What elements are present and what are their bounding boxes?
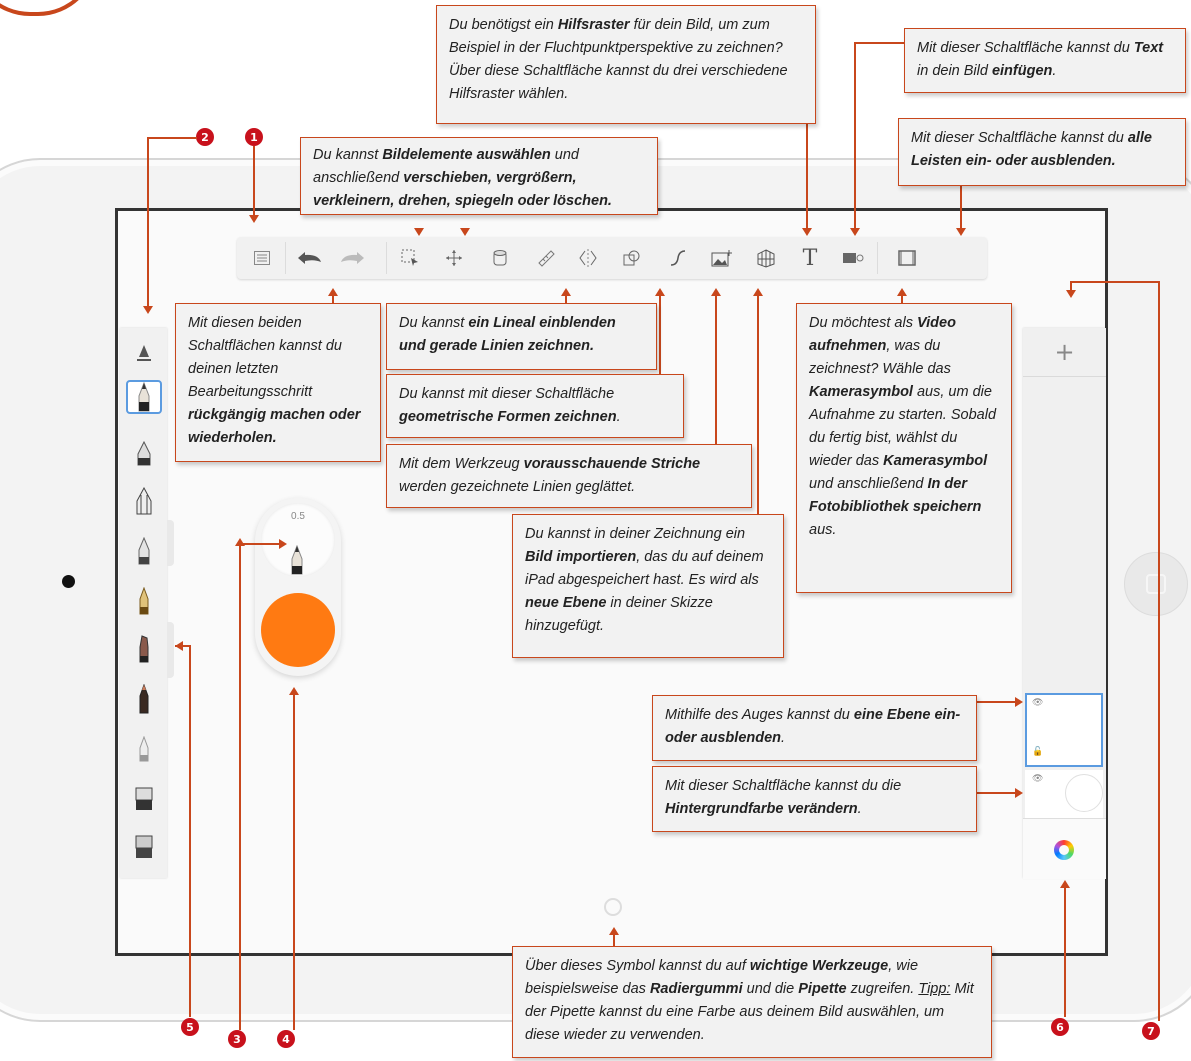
callout-perspective-grid: Du benötigst ein Hilfsraster für dein Bi… <box>436 5 816 124</box>
ink-pen-brush[interactable] <box>126 584 162 618</box>
video-record-icon[interactable] <box>837 241 871 275</box>
callout-ruler: Du kannst ein Lineal einblenden und gera… <box>386 303 657 370</box>
camera-dot <box>62 575 75 588</box>
opacity-slider-handle[interactable] <box>167 622 174 678</box>
undo-icon[interactable] <box>292 241 326 275</box>
redo-icon[interactable] <box>336 241 370 275</box>
main-toolbar: T <box>237 237 987 279</box>
select-icon[interactable] <box>393 241 427 275</box>
callout-background-color: Mit dieser Schaltfläche kannst du die Hi… <box>652 766 977 832</box>
brush-settings-icon[interactable] <box>126 336 162 370</box>
brush-size-value: 0.5 <box>291 511 305 522</box>
callout-toggle-ui: Mit dieser Schaltfläche kannst du alle L… <box>898 118 1186 186</box>
callout-shapes: Du kannst mit dieser Schaltfläche geomet… <box>386 374 684 438</box>
airbrush-brush[interactable] <box>126 484 162 518</box>
toggle-ui-icon[interactable] <box>890 241 924 275</box>
logo-arc <box>0 0 98 16</box>
eye-icon[interactable]: 👁 <box>1032 698 1043 708</box>
soft-eraser-brush[interactable] <box>126 732 162 766</box>
badge-2: 2 <box>196 128 214 146</box>
blender-brush[interactable] <box>126 830 162 864</box>
brush-color-swatch[interactable] <box>261 593 335 667</box>
home-button-icon <box>1146 574 1166 594</box>
callout-marking-menu: Über dieses Symbol kannst du auf wichtig… <box>512 946 992 1058</box>
color-wheel-center <box>1059 845 1069 855</box>
layer-thumbnail[interactable]: 👁 🔓 <box>1025 693 1103 767</box>
symmetry-icon[interactable] <box>571 241 605 275</box>
straight-line-icon[interactable] <box>529 241 563 275</box>
pencil-brush[interactable] <box>126 380 162 414</box>
badge-1: 1 <box>245 128 263 146</box>
eraser-brush[interactable] <box>126 782 162 816</box>
size-slider-handle[interactable] <box>167 520 174 566</box>
toolbar-divider <box>877 242 878 274</box>
felt-tip-brush[interactable] <box>126 682 162 716</box>
callout-import-image: Du kannst in deiner Zeichnung ein Bild i… <box>512 514 784 658</box>
text-icon[interactable]: T <box>793 241 827 275</box>
callout-layer-visibility: Mithilfe des Auges kannst du eine Ebene … <box>652 695 977 761</box>
badge-4: 4 <box>277 1030 295 1048</box>
shapes-icon[interactable] <box>615 241 649 275</box>
add-layer-button[interactable]: + <box>1023 328 1106 376</box>
callout-video: Du möchtest als Video aufnehmen, was du … <box>796 303 1012 593</box>
lock-icon[interactable]: 🔓 <box>1032 747 1043 757</box>
brush-palette <box>120 328 167 878</box>
badge-6: 6 <box>1051 1018 1069 1036</box>
badge-5: 5 <box>181 1018 199 1036</box>
callout-select: Du kannst Bildelemente auswählen und ans… <box>300 137 658 215</box>
pencil-preview-icon <box>291 545 303 575</box>
toolbar-divider <box>285 242 286 274</box>
eye-icon[interactable]: 👁 <box>1032 774 1043 784</box>
predictive-stroke-icon[interactable] <box>661 241 695 275</box>
ruler-icon[interactable] <box>483 241 517 275</box>
chisel-brush[interactable] <box>126 632 162 666</box>
import-image-icon[interactable] <box>705 241 739 275</box>
toolbar-divider <box>386 242 387 274</box>
badge-7: 7 <box>1142 1022 1160 1040</box>
callout-predictive-stroke: Mit dem Werkzeug vorausschauende Striche… <box>386 444 752 508</box>
perspective-grid-icon[interactable] <box>749 241 783 275</box>
layer-divider <box>1023 376 1106 377</box>
callout-text: Mit dieser Schaltfläche kannst du Text i… <box>904 28 1186 93</box>
badge-3: 3 <box>228 1030 246 1048</box>
callout-undo-redo: Mit diesen beiden Schaltflächen kannst d… <box>175 303 381 462</box>
marking-menu-icon[interactable] <box>604 898 622 916</box>
background-color-swatch[interactable] <box>1065 774 1103 812</box>
paint-brush[interactable] <box>126 534 162 568</box>
list-icon[interactable] <box>245 241 279 275</box>
transform-icon[interactable] <box>437 241 471 275</box>
marker-brush[interactable] <box>126 436 162 470</box>
